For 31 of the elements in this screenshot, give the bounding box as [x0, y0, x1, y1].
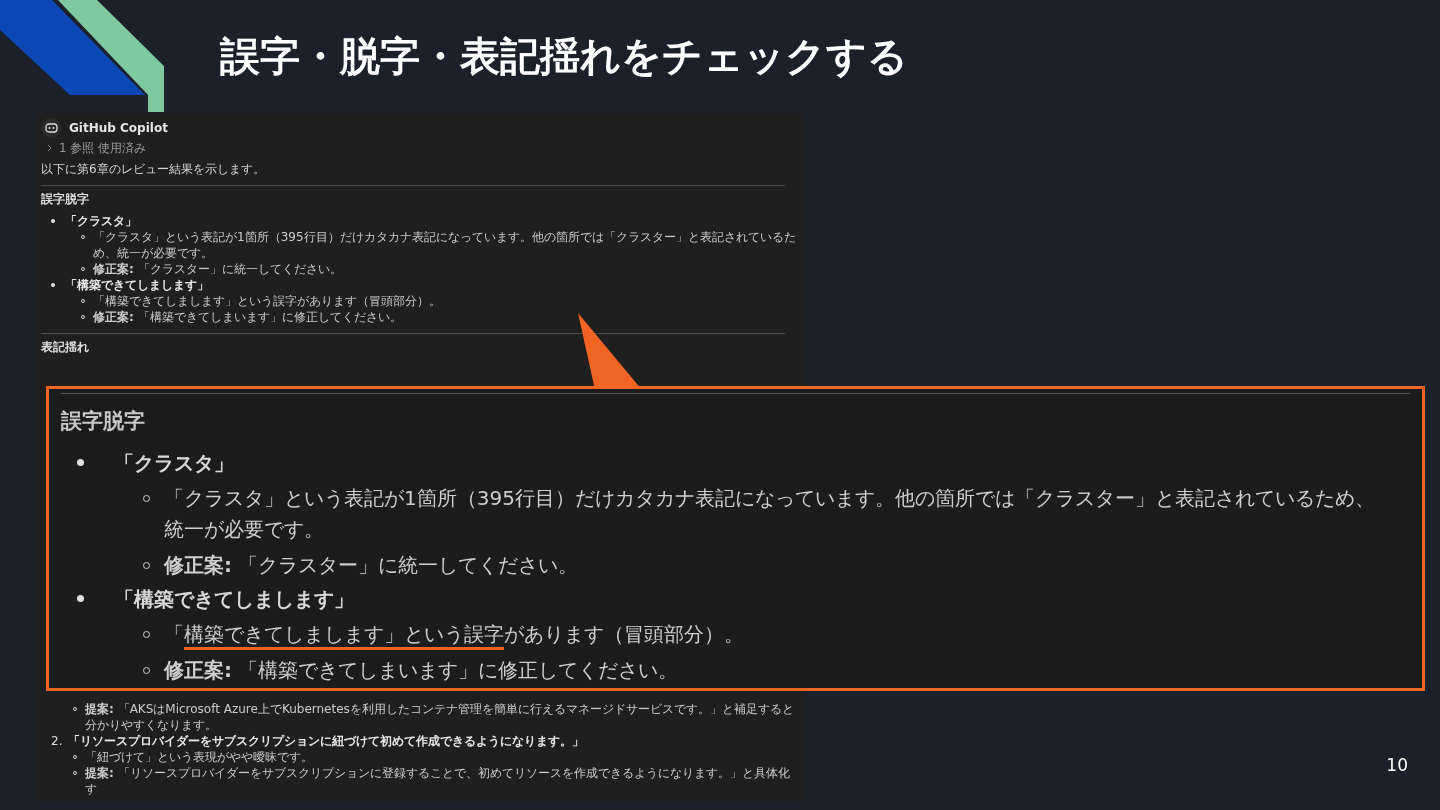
section-heading: 誤字脱字	[61, 408, 146, 435]
intro-text: 以下に第6章のレビュー結果を示します。	[41, 161, 266, 177]
list-item-text: 修正案: 「構築できてしまいます」に修正してください。	[164, 656, 679, 684]
list-item-text: 「クラスタ」という表記が1箇所（395行目）だけカタカナ表記になっています。他の箇所では「クラスター」と表記されているため、統一が必要です。	[93, 229, 797, 261]
page-number: 10	[1386, 753, 1408, 777]
list-item-text: 修正案: 「クラスター」に統一してください。	[164, 551, 579, 579]
list-item-title: 「構築できてしまします」	[65, 277, 209, 293]
author-name: GitHub Copilot	[69, 120, 168, 137]
copilot-icon	[41, 118, 61, 138]
list-item-title: 「クラスタ」	[114, 449, 234, 477]
bullet-icon	[51, 283, 55, 287]
section-heading: 誤字脱字	[41, 191, 90, 207]
list-item-text: 「構築できてしまします」という誤字があります（冒頭部分）。	[93, 293, 441, 309]
section-heading: 表記揺れ	[41, 339, 90, 355]
list-item-title: 「構築できてしまします」	[114, 585, 354, 613]
bullet-icon	[77, 459, 84, 466]
list-item-text: 提案: 「AKSはMicrosoft Azure上でKubernetesを利用したコンテナ管理を簡単に行えるマネージドサービスです。」と補足すると分かりやすくなります。	[85, 701, 795, 733]
chevron-icon	[47, 144, 53, 152]
list-item-text: 「クラスタ」という表記が1箇所（395行目）だけカタカナ表記になっています。他の箇所では「クラスター」と表記されているため、統一が必要です。	[164, 484, 1376, 543]
list-item-text: 提案: 「リソースプロバイダーをサブスクリプションに登録することで、初めてリソースを作成できるようになります。」と具体化す	[85, 765, 791, 797]
list-item-text: 「構築できてしまします」という誤字があります（冒頭部分）。	[164, 618, 744, 650]
references-link[interactable]: 1 参照 使用済み	[59, 140, 147, 156]
bullet-icon	[51, 219, 55, 223]
list-number: 2.	[51, 733, 63, 749]
list-item-text: 修正案: 「クラスター」に統一してください。	[93, 261, 342, 277]
list-item-title: 「リソースプロバイダーをサブスクリプションに紐づけて初めて作成できるようになります。」	[68, 733, 585, 749]
slide-title: 誤字・脱字・表記揺れをチェックする	[220, 35, 908, 76]
list-item-text: 修正案: 「構築できてしまいます」に修正してください。	[93, 309, 402, 325]
list-item-text: 「紐づけて」という表現がやや曖昧です。	[85, 749, 313, 765]
list-item-title: 「クラスタ」	[65, 213, 137, 229]
bullet-icon	[77, 595, 84, 602]
